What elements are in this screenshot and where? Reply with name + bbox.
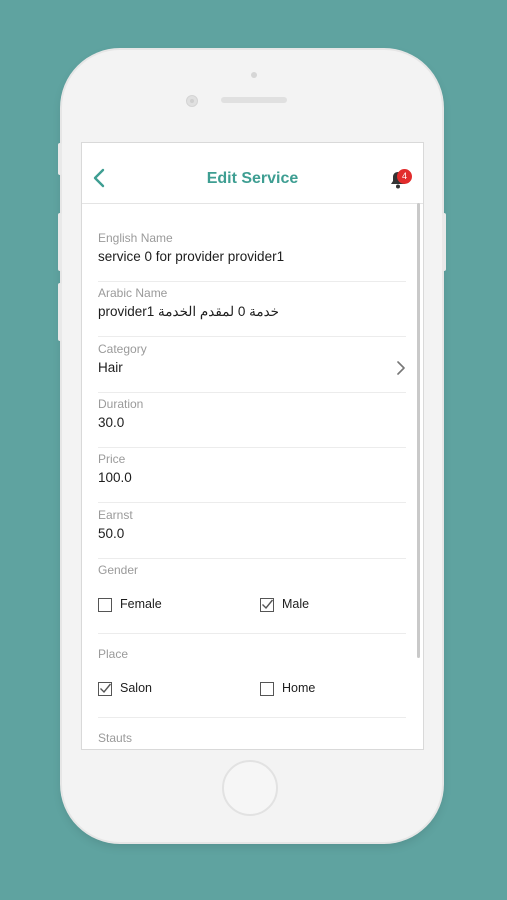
female-label: Female: [120, 597, 162, 611]
front-camera: [186, 95, 198, 107]
earpiece-speaker: [221, 97, 287, 103]
mute-switch: [58, 143, 62, 175]
arabic-name-label: Arabic Name: [98, 286, 168, 300]
app-screen: Edit Service 4 English Name service 0 fo…: [81, 142, 424, 750]
home-button[interactable]: [222, 760, 278, 816]
status-label: Stauts: [98, 731, 133, 745]
earnst-value[interactable]: 50.0: [98, 526, 124, 541]
price-value[interactable]: 100.0: [98, 470, 132, 485]
gender-option-female[interactable]: Female: [98, 597, 218, 615]
earnst-label: Earnst: [98, 508, 133, 522]
place-label: Place: [98, 647, 129, 661]
duration-field[interactable]: Duration 30.0: [98, 397, 406, 448]
form-content: English Name service 0 for provider prov…: [82, 204, 423, 749]
proximity-sensor: [251, 72, 257, 78]
divider: [98, 717, 406, 718]
home-label: Home: [282, 681, 316, 695]
price-field[interactable]: Price 100.0: [98, 452, 406, 503]
divider: [98, 633, 406, 634]
volume-down-button: [58, 283, 62, 341]
power-button: [442, 213, 446, 271]
male-label: Male: [282, 597, 310, 611]
male-checkbox[interactable]: [260, 598, 274, 612]
category-label: Category: [98, 342, 147, 356]
notification-badge: 4: [397, 169, 412, 184]
volume-up-button: [58, 213, 62, 271]
female-checkbox[interactable]: [98, 598, 112, 612]
earnst-field[interactable]: Earnst 50.0: [98, 508, 406, 559]
english-name-value[interactable]: service 0 for provider provider1: [98, 249, 284, 264]
chevron-left-icon: [93, 168, 105, 188]
duration-value[interactable]: 30.0: [98, 415, 124, 430]
category-value[interactable]: Hair: [98, 360, 123, 375]
app-header: Edit Service 4: [82, 143, 423, 204]
chevron-right-icon[interactable]: [396, 361, 406, 375]
arabic-name-field[interactable]: Arabic Name خدمة 0 لمقدم الخدمة provider…: [98, 286, 406, 337]
english-name-label: English Name: [98, 231, 173, 245]
place-option-home[interactable]: Home: [260, 681, 380, 699]
gender-label: Gender: [98, 563, 139, 577]
place-option-salon[interactable]: Salon: [98, 681, 218, 699]
duration-label: Duration: [98, 397, 144, 411]
salon-checkbox[interactable]: [98, 682, 112, 696]
gender-option-male[interactable]: Male: [260, 597, 380, 615]
english-name-field[interactable]: English Name service 0 for provider prov…: [98, 231, 406, 282]
price-label: Price: [98, 452, 126, 466]
salon-label: Salon: [120, 681, 152, 695]
back-button[interactable]: [90, 167, 110, 189]
category-field[interactable]: Category Hair: [98, 342, 406, 393]
checkmark-icon: [262, 599, 274, 610]
home-checkbox[interactable]: [260, 682, 274, 696]
page-title: Edit Service: [206, 170, 299, 187]
checkmark-icon: [100, 683, 112, 694]
arabic-name-value[interactable]: خدمة 0 لمقدم الخدمة provider1: [98, 304, 279, 320]
scrollbar[interactable]: [417, 203, 420, 658]
